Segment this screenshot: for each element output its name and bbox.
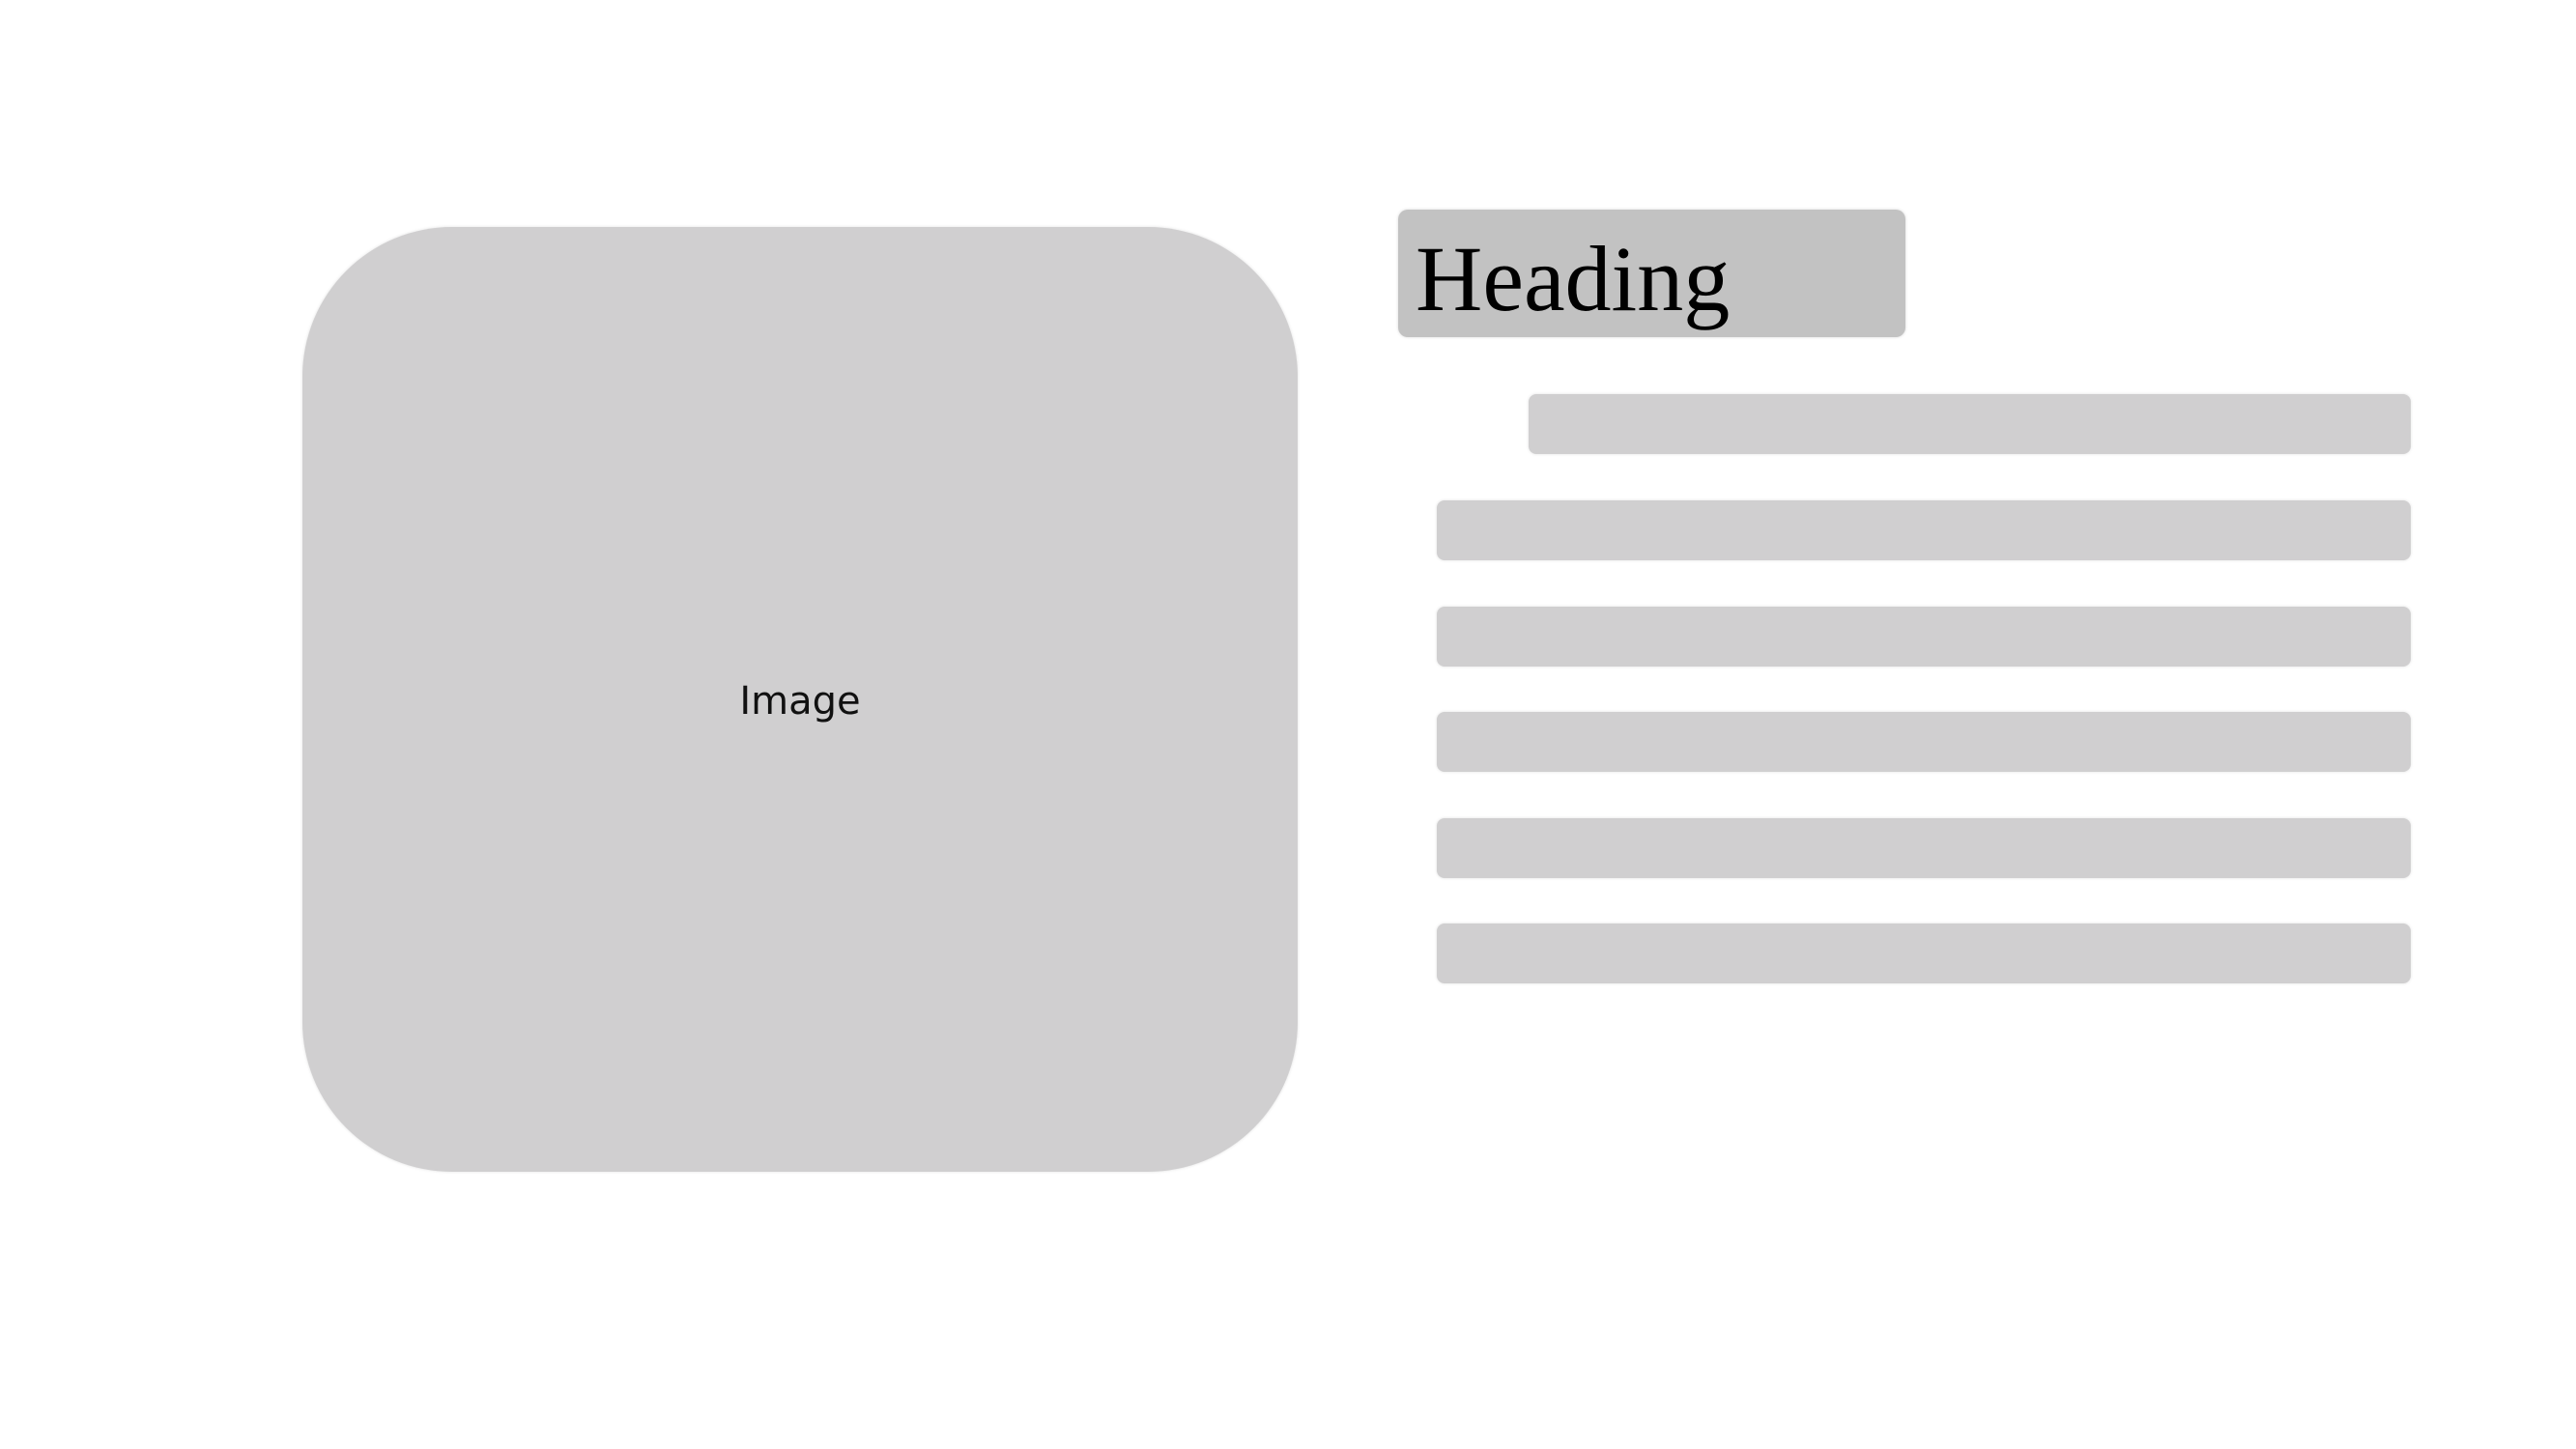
text-line-placeholder bbox=[1437, 712, 2411, 772]
text-line-placeholder bbox=[1437, 500, 2411, 560]
text-line-placeholder bbox=[1437, 923, 2411, 983]
text-line-placeholder bbox=[1437, 818, 2411, 878]
image-placeholder-label: Image bbox=[739, 679, 861, 724]
heading-text: Heading bbox=[1416, 227, 1731, 330]
heading-box: Heading bbox=[1398, 210, 1905, 337]
text-line-placeholder bbox=[1437, 607, 2411, 667]
image-placeholder: Image bbox=[302, 227, 1298, 1172]
text-line-placeholder bbox=[1529, 394, 2411, 454]
